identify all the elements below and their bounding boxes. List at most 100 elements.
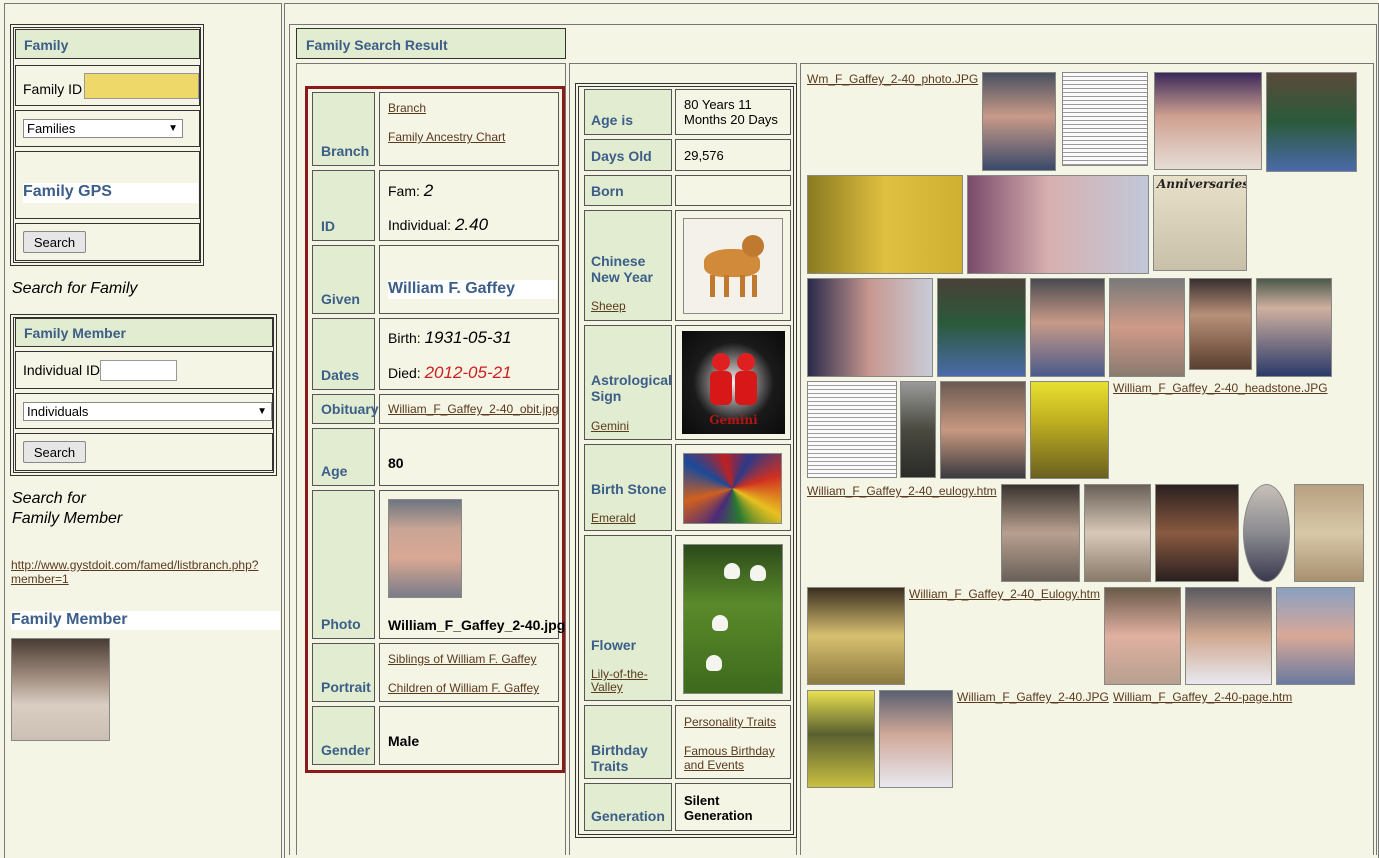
family-search-button[interactable]: Search [23, 231, 86, 253]
fam-id: Fam: 2 [388, 181, 434, 200]
obituary-link[interactable]: William_F_Gaffey_2-40_obit.jpg [388, 402, 558, 416]
obituary-label: Obituary [312, 394, 379, 424]
famous-birthday-link[interactable]: Famous Birthday and Events [684, 744, 784, 772]
days-old-label: Days Old [584, 139, 672, 171]
gallery-link-photo[interactable]: Wm_F_Gaffey_2-40_photo.JPG [807, 72, 978, 86]
family-gps-label: Family GPS [23, 183, 198, 203]
families-select-value: Families [27, 121, 76, 136]
gallery-photo-2[interactable] [1154, 72, 1262, 170]
gallery-photo-1[interactable] [982, 72, 1056, 171]
family-member-label: Family Member [11, 611, 280, 630]
member-box-header: Family Member [15, 318, 273, 347]
individual-id-input[interactable] [100, 360, 177, 381]
family-id-input[interactable] [84, 73, 199, 99]
individual-id-label: Individual ID [23, 362, 101, 378]
gallery-photo-12[interactable] [900, 381, 936, 478]
gallery-photo-13[interactable] [940, 381, 1026, 479]
chevron-down-icon: ▼ [168, 123, 178, 134]
siblings-link[interactable]: Siblings of William F. Gaffey [388, 652, 537, 666]
lily-link[interactable]: Lily-of-the-Valley [591, 668, 651, 694]
gallery-photo-19[interactable] [1294, 484, 1364, 582]
age-label: Age [312, 428, 375, 486]
gallery-photo-15[interactable] [1001, 484, 1080, 582]
gallery-photo-25[interactable] [879, 690, 953, 788]
gallery-link-page[interactable]: William_F_Gaffey_2-40-page.htm [1113, 690, 1292, 704]
family-ancestry-chart-link[interactable]: Family Ancestry Chart [388, 130, 505, 144]
gallery-photo-20[interactable] [807, 587, 905, 685]
gallery-photo-21[interactable] [1104, 587, 1181, 685]
born-value [675, 175, 791, 206]
death-date: Died: 2012-05-21 [388, 363, 512, 382]
gallery-link-eulogy[interactable]: William_F_Gaffey_2-40_eulogy.htm [807, 484, 997, 498]
gallery-photo-22[interactable] [1185, 587, 1272, 685]
portrait-label: Portrait [312, 643, 375, 702]
search-for-member-line2: Family Member [12, 510, 123, 527]
generation-value: Silent Generation [675, 783, 791, 831]
gemini-caption: Gemini [709, 413, 758, 427]
age-value-cell [379, 428, 559, 486]
gallery-photo-10[interactable] [1189, 278, 1252, 370]
portrait-photo[interactable] [388, 499, 462, 598]
branch-label: Branch [312, 92, 375, 166]
chevron-down-icon: ▼ [257, 406, 267, 417]
age-is-value: 80 Years 11 Months 20 Days [675, 89, 791, 135]
gallery-photo-24[interactable] [807, 690, 875, 788]
stained-glass-icon[interactable] [683, 453, 782, 524]
gallery-photo-8[interactable] [1030, 278, 1105, 377]
birth-date: Birth: 1931-05-31 [388, 328, 512, 347]
gender-value: Male [388, 733, 420, 749]
dates-label: Dates [312, 318, 375, 390]
gallery-link-headstone[interactable]: William_F_Gaffey_2-40_headstone.JPG [1113, 381, 1328, 395]
photo-filename: William_F_Gaffey_2-40.jpg [388, 617, 566, 633]
family-box-header: Family [15, 29, 200, 59]
gallery-photo-23[interactable] [1276, 587, 1355, 685]
gallery-photo-18[interactable] [1243, 484, 1290, 582]
days-old-value: 29,576 [675, 139, 791, 171]
gallery-photo-17[interactable] [1155, 484, 1239, 582]
id-label: ID [312, 170, 375, 241]
family-id-label: Family ID [23, 81, 83, 97]
birthday-traits-label: Birthday Traits [584, 705, 672, 779]
page-title: Family Search Result [296, 28, 566, 59]
gallery-newspaper-clipping[interactable]: Anniversaries [1153, 175, 1247, 271]
listbranch-link-line2[interactable]: member=1 [11, 572, 69, 586]
given-label: Given [312, 245, 375, 314]
member-search-button[interactable]: Search [23, 441, 86, 463]
born-label: Born [584, 175, 672, 206]
gallery-photo-9[interactable] [1109, 278, 1185, 377]
lily-of-the-valley-image[interactable] [683, 544, 783, 694]
gallery-link-jpg[interactable]: William_F_Gaffey_2-40.JPG [957, 690, 1109, 704]
gallery-photo-14[interactable] [1030, 381, 1109, 479]
children-link[interactable]: Children of William F. Gaffey [388, 681, 539, 695]
gemini-link[interactable]: Gemini [591, 419, 629, 433]
gemini-icon[interactable]: Gemini [682, 331, 785, 434]
personality-traits-link[interactable]: Personality Traits [684, 715, 776, 729]
individual-id: Individual: 2.40 [388, 215, 489, 234]
photo-label: Photo [312, 490, 375, 639]
gallery-photo-16[interactable] [1084, 484, 1151, 582]
gallery-link-eulogy2[interactable]: William_F_Gaffey_2-40_Eulogy.htm [909, 587, 1100, 601]
generation-label: Generation [584, 783, 672, 831]
gallery-photo-5[interactable] [967, 175, 1149, 274]
search-for-family-text: Search for Family [12, 280, 138, 297]
gallery-photo-3[interactable] [1266, 72, 1357, 172]
emerald-link[interactable]: Emerald [591, 511, 636, 525]
age-is-label: Age is [584, 89, 672, 135]
families-select[interactable]: Families ▼ [23, 119, 183, 138]
search-for-member-line1: Search for [12, 490, 86, 507]
branch-link[interactable]: Branch [388, 101, 426, 115]
gallery-photo-4[interactable] [807, 175, 963, 274]
gallery-document-1[interactable] [1062, 72, 1148, 166]
given-name: William F. Gaffey [388, 280, 557, 299]
listbranch-link-line1[interactable]: http://www.gystdoit.com/famed/listbranch… [11, 558, 258, 572]
gender-label: Gender [312, 706, 375, 765]
individuals-select-value: Individuals [27, 404, 89, 419]
gallery-document-2[interactable] [807, 381, 897, 478]
sheep-icon[interactable] [683, 218, 783, 314]
sheep-link[interactable]: Sheep [591, 299, 626, 313]
individuals-select[interactable]: Individuals ▼ [23, 402, 272, 421]
gallery-photo-7[interactable] [937, 278, 1026, 377]
gallery-photo-11[interactable] [1256, 278, 1332, 377]
baby-photo-thumbnail[interactable] [11, 638, 110, 741]
gallery-photo-6[interactable] [807, 278, 933, 377]
